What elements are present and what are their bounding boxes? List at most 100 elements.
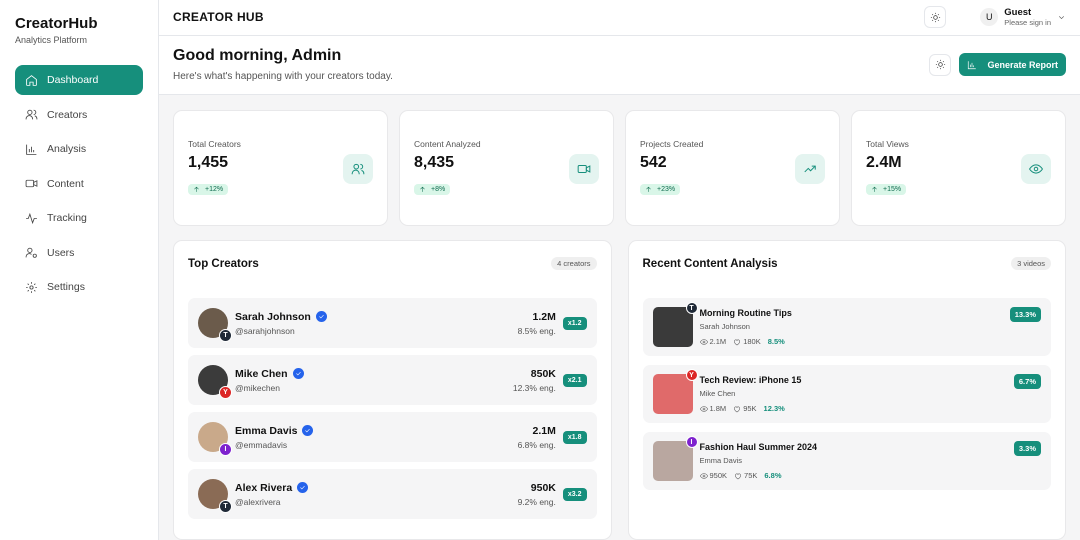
video-author: Sarah Johnson <box>699 322 750 331</box>
stat-icon-box <box>343 154 373 184</box>
sidebar-item-settings[interactable]: Settings <box>15 272 143 302</box>
platform-badge: T <box>219 329 232 342</box>
stat-change-badge: +15% <box>866 184 907 195</box>
brand-name: CreatorHub <box>15 15 98 32</box>
users-icon <box>351 163 365 175</box>
brand-subtitle: Analytics Platform <box>15 35 88 45</box>
heart-icon <box>734 406 741 412</box>
list-item[interactable]: I Fashion Haul Summer 2024 Emma Davis 95… <box>642 432 1051 490</box>
arrow-up-icon <box>872 186 877 192</box>
chevron-down-icon <box>1059 15 1064 19</box>
header-theme-button[interactable] <box>929 53 952 76</box>
sidebar-item-dashboard[interactable]: Dashboard <box>15 65 143 95</box>
heart-icon <box>734 339 741 345</box>
list-item[interactable]: I Emma Davis @emmadavis 2.1M 6.8% eng. x… <box>188 412 597 462</box>
video-thumbnail: I <box>652 436 698 481</box>
bar-chart-icon <box>26 144 37 155</box>
creator-engagement: 12.3% eng. <box>512 382 556 393</box>
platform-badge: Y <box>219 386 232 399</box>
avatar: I <box>198 422 232 456</box>
creator-name: Mike Chen <box>235 367 288 380</box>
platform-badge: Y <box>685 369 698 381</box>
video-author: Mike Chen <box>699 389 736 398</box>
stat-change-badge: +23% <box>640 184 681 195</box>
avatar: U <box>980 8 999 27</box>
stat-label: Total Views <box>866 139 909 149</box>
creator-followers: 950K <box>530 481 556 494</box>
panel-title: Recent Content Analysis <box>642 257 778 270</box>
user-menu[interactable]: U Guest Please sign in <box>980 7 1066 27</box>
multiplier-badge: x1.2 <box>562 316 587 330</box>
creator-handle: @mikechen <box>235 382 281 393</box>
platform-badge: T <box>685 302 698 314</box>
sun-icon <box>935 60 946 70</box>
verified-icon <box>297 482 309 493</box>
video-icon <box>577 165 591 173</box>
stat-icon-box <box>569 154 599 184</box>
creator-handle: @emmadavis <box>235 439 288 450</box>
stat-change: +23% <box>657 186 676 193</box>
user-cog-icon <box>25 247 37 258</box>
sidebar-item-label: Content <box>47 177 84 190</box>
creator-name: Alex Rivera <box>235 481 293 494</box>
creator-engagement: 6.8% eng. <box>517 439 556 450</box>
users-icon <box>25 109 38 120</box>
video-thumbnail: Y <box>652 369 698 414</box>
stat-change-badge: +8% <box>414 184 451 195</box>
platform-badge: I <box>685 436 698 448</box>
page-subtitle: Here's what's happening with your creato… <box>173 71 393 83</box>
generate-report-button[interactable]: Generate Report <box>959 53 1066 77</box>
arrow-up-icon <box>420 186 425 192</box>
generate-report-label: Generate Report <box>987 59 1058 70</box>
list-item[interactable]: T Alex Rivera @alexrivera 950K 9.2% eng.… <box>188 469 597 519</box>
sidebar-item-analysis[interactable]: Analysis <box>15 134 143 164</box>
sidebar-item-label: Analysis <box>47 143 87 155</box>
verified-icon <box>302 425 314 436</box>
eye-icon <box>699 405 708 412</box>
list-item[interactable]: T Morning Routine Tips Sarah Johnson 2.1… <box>642 298 1051 356</box>
stat-label: Content Analyzed <box>414 139 481 149</box>
theme-toggle-button[interactable] <box>924 6 947 29</box>
sidebar-item-label: Users <box>47 246 75 259</box>
sidebar-item-label: Creators <box>47 108 88 121</box>
list-item[interactable]: T Sarah Johnson @sarahjohnson 1.2M 8.5% … <box>188 298 597 348</box>
video-engagement: 12.3% <box>763 404 785 413</box>
platform-badge: T <box>219 500 232 513</box>
video-icon <box>25 179 38 188</box>
sidebar-item-creators[interactable]: Creators <box>15 100 143 130</box>
sidebar-item-users[interactable]: Users <box>15 238 143 268</box>
multiplier-badge: x2.1 <box>562 373 587 387</box>
sidebar-item-tracking[interactable]: Tracking <box>15 203 143 233</box>
stat-change-badge: +12% <box>188 184 229 195</box>
video-likes: 180K <box>743 337 761 346</box>
video-likes: 75K <box>744 471 758 480</box>
video-score-badge: 3.3% <box>1013 441 1041 456</box>
sidebar-item-content[interactable]: Content <box>15 169 143 199</box>
stat-card-content-analyzed: Content Analyzed 8,435 +8% <box>399 110 614 226</box>
video-author: Emma Davis <box>699 456 743 465</box>
bar-chart-icon <box>968 61 977 69</box>
home-icon <box>26 74 37 86</box>
arrow-up-icon <box>646 186 651 192</box>
sidebar: CreatorHub Analytics Platform Dashboard … <box>0 0 159 540</box>
list-item[interactable]: Y Tech Review: iPhone 15 Mike Chen 1.8M … <box>642 365 1051 423</box>
video-likes: 95K <box>743 404 757 413</box>
page-header: Good morning, Admin Here's what's happen… <box>159 35 1080 95</box>
video-title: Tech Review: iPhone 15 <box>699 375 802 385</box>
video-score-badge: 6.7% <box>1013 374 1041 389</box>
avatar: T <box>198 479 232 513</box>
creator-name: Sarah Johnson <box>235 310 311 323</box>
creator-handle: @sarahjohnson <box>235 325 295 336</box>
video-engagement: 8.5% <box>767 337 785 346</box>
stat-change: +12% <box>205 186 224 193</box>
arrow-up-icon <box>194 186 199 192</box>
eye-icon <box>699 472 708 479</box>
stat-card-total-views: Total Views 2.4M +15% <box>851 110 1066 226</box>
eye-icon <box>699 338 708 345</box>
stat-icon-box <box>1021 154 1051 184</box>
list-item[interactable]: Y Mike Chen @mikechen 850K 12.3% eng. x2… <box>188 355 597 405</box>
user-name: Guest <box>1004 7 1032 19</box>
creator-engagement: 9.2% eng. <box>517 496 556 507</box>
sun-icon <box>930 12 940 22</box>
user-signin-hint: Please sign in <box>1004 18 1051 28</box>
